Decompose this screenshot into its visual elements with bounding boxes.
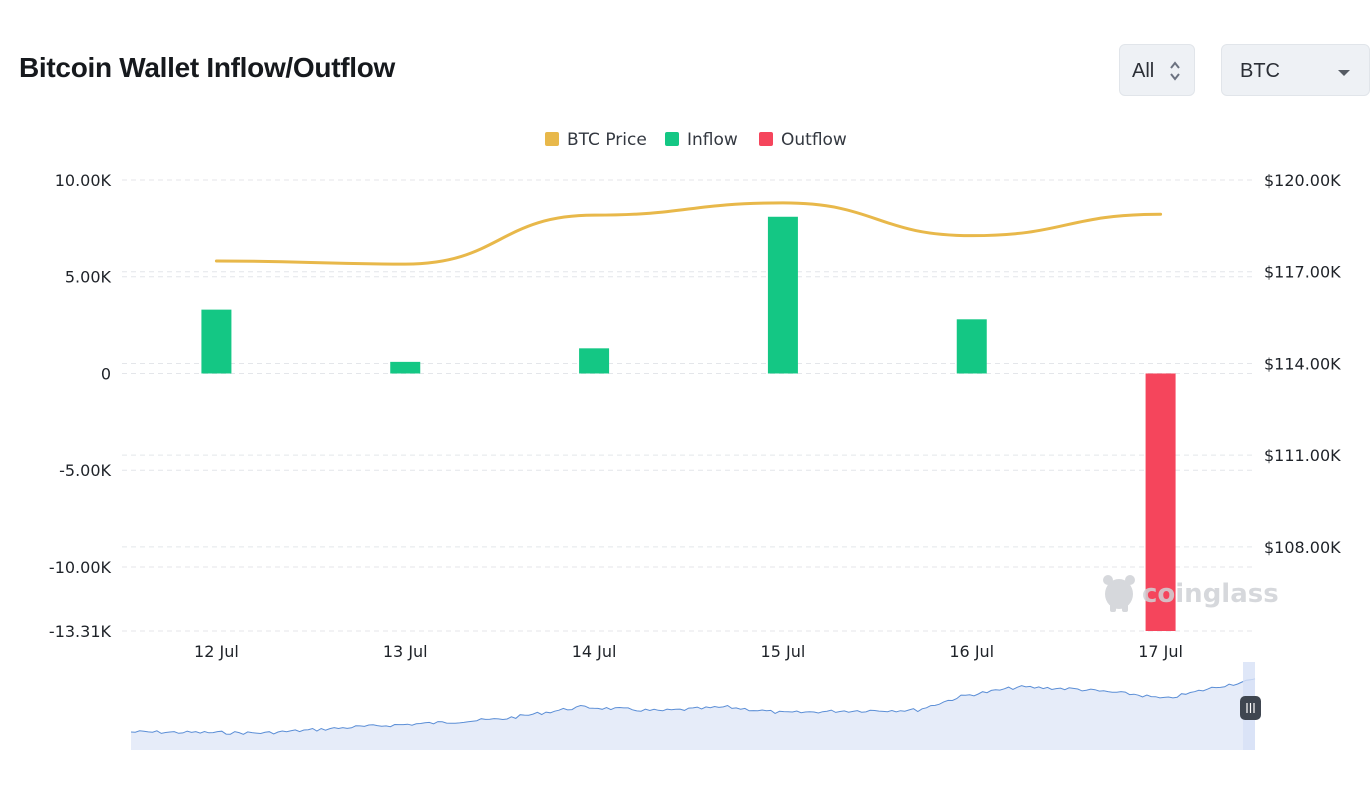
watermark: coinglass xyxy=(1103,575,1279,612)
bars xyxy=(201,216,1176,631)
x-tick-label: 17 Jul xyxy=(1138,642,1183,661)
legend-swatch-btc-price xyxy=(545,132,559,146)
legend-item-btc-price[interactable]: BTC Price xyxy=(545,130,647,150)
range-navigator[interactable] xyxy=(130,662,1261,750)
inflow-bar xyxy=(201,309,232,374)
legend-swatch-inflow xyxy=(665,132,679,146)
y-right-tick-label: $108.00K xyxy=(1264,538,1341,557)
inflow-bar xyxy=(767,216,798,374)
legend-swatch-outflow xyxy=(759,132,773,146)
legend-item-outflow[interactable]: Outflow xyxy=(759,130,847,150)
watermark-text: coinglass xyxy=(1142,579,1279,609)
chart-legend: BTC Price Inflow Outflow xyxy=(545,130,847,150)
inflow-bar xyxy=(579,348,610,374)
x-tick-label: 15 Jul xyxy=(761,642,806,661)
y-right-tick-label: $120.00K xyxy=(1264,171,1341,190)
inflow-bar xyxy=(390,361,421,374)
x-tick-label: 13 Jul xyxy=(383,642,428,661)
y-left-tick-label: 5.00K xyxy=(65,268,112,287)
y-left-tick-label: 10.00K xyxy=(55,171,112,190)
legend-label-btc-price: BTC Price xyxy=(567,130,647,150)
y-right-tick-label: $117.00K xyxy=(1264,263,1341,282)
y-left-tick-label: -5.00K xyxy=(59,461,111,480)
y-left-tick-label: -13.31K xyxy=(49,622,112,641)
y-right-tick-label: $114.00K xyxy=(1264,354,1341,373)
y-right-tick-label: $111.00K xyxy=(1264,446,1341,465)
legend-label-outflow: Outflow xyxy=(781,130,847,150)
y-left-tick-label: -10.00K xyxy=(49,558,112,577)
y-left-tick-label: 0 xyxy=(101,364,111,383)
coinglass-logo-icon xyxy=(1103,575,1135,612)
btc-price-line xyxy=(214,201,1163,266)
legend-item-inflow[interactable]: Inflow xyxy=(665,130,738,150)
grid-lines xyxy=(122,179,1255,632)
inflow-bar xyxy=(956,319,987,374)
legend-label-inflow: Inflow xyxy=(687,130,738,150)
x-tick-label: 12 Jul xyxy=(194,642,239,661)
inflow-outflow-chart: BTC Price Inflow Outflow 10.00K 5.00K 0 -5.… xyxy=(49,130,1341,750)
price-line xyxy=(214,201,1163,266)
navigator-handle[interactable] xyxy=(1240,696,1261,720)
x-tick-label: 16 Jul xyxy=(949,642,994,661)
x-tick-label: 14 Jul xyxy=(572,642,617,661)
